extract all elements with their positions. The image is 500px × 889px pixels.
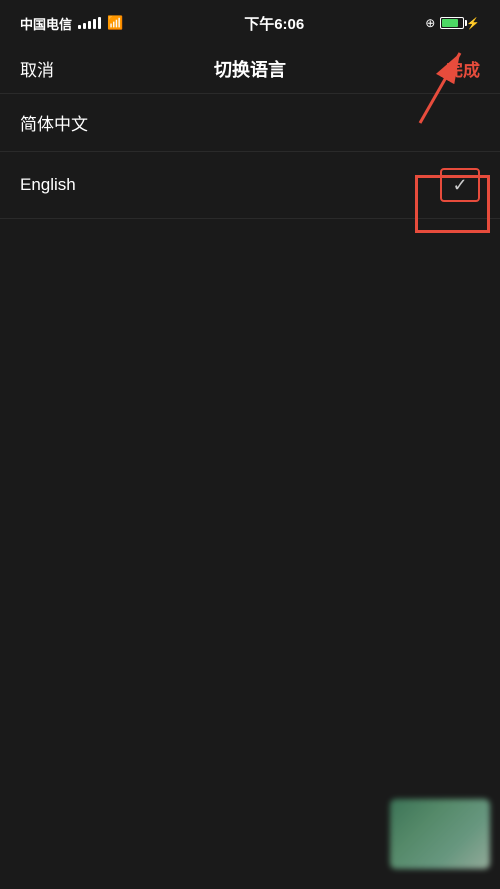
battery-fill xyxy=(442,19,458,27)
battery-icon xyxy=(440,17,464,29)
language-item-zh[interactable]: 简体中文 xyxy=(0,94,500,152)
language-item-en[interactable]: English ✓ xyxy=(0,152,500,219)
screenlock-icon: ⊕ xyxy=(425,16,435,30)
battery-indicator: ⚡ xyxy=(440,17,480,30)
carrier-text: 中国电信 xyxy=(20,14,72,33)
page-title: 切换语言 xyxy=(214,56,286,82)
charge-icon: ⚡ xyxy=(466,17,480,30)
signal-icon xyxy=(78,17,101,29)
language-label-zh: 简体中文 xyxy=(20,110,88,135)
status-time: 下午6:06 xyxy=(244,13,304,34)
check-box-en: ✓ xyxy=(440,168,480,202)
thumbnail-preview xyxy=(390,799,490,869)
status-bar: 中国电信 📶 下午6:06 ⊕ ⚡ xyxy=(0,0,500,44)
status-right: ⊕ ⚡ xyxy=(425,16,480,30)
nav-bar: 取消 切换语言 完成 xyxy=(0,44,500,94)
language-label-en: English xyxy=(20,175,76,195)
language-list: 简体中文 English ✓ xyxy=(0,94,500,219)
done-button[interactable]: 完成 xyxy=(446,56,480,81)
cancel-button[interactable]: 取消 xyxy=(20,56,54,81)
checkmark-icon: ✓ xyxy=(452,175,467,196)
status-left: 中国电信 📶 xyxy=(20,14,123,33)
wifi-icon: 📶 xyxy=(107,15,123,31)
